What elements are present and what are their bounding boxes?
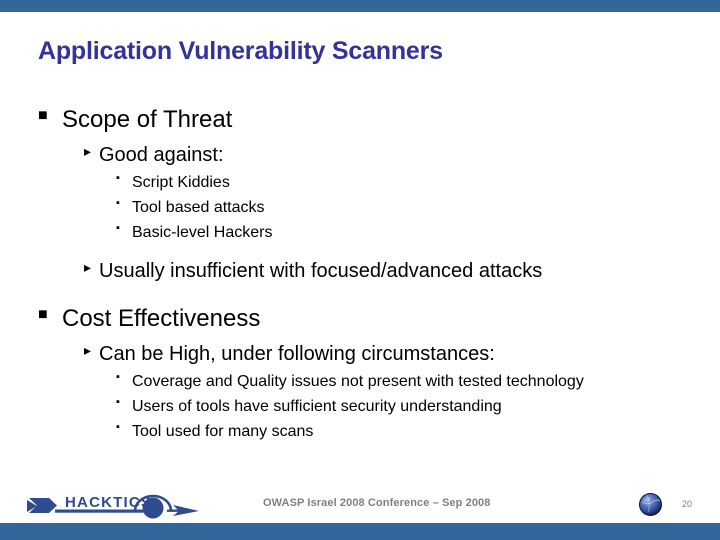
bullet-level2-can-be-high: ▸ Can be High, under following circumsta… [84, 341, 698, 367]
small-square-bullet-icon: ▪ [116, 370, 120, 383]
hacktics-logo: HACKTICS [27, 484, 207, 522]
bullet-level3-basic-level-hackers: ▪ Basic-level Hackers [116, 222, 698, 243]
small-square-bullet-icon: ▪ [116, 222, 120, 235]
bullet-level3-users-of-tools: ▪ Users of tools have sufficient securit… [116, 396, 698, 417]
triangle-bullet-icon: ▸ [84, 143, 92, 160]
top-accent-bar [0, 0, 720, 12]
bullet-level2-good-against: ▸ Good against: [84, 142, 698, 168]
slide-body: ■ Scope of Threat ▸ Good against: ▪ Scri… [38, 105, 698, 442]
page-title: Application Vulnerability Scanners [38, 37, 443, 65]
bullet-label: Coverage and Quality issues not present … [132, 372, 584, 390]
bottom-accent-bar [0, 523, 720, 540]
triangle-bullet-icon: ▸ [84, 258, 92, 275]
bullet-level2-usually-insufficient: ▸ Usually insufficient with focused/adva… [84, 258, 698, 284]
small-square-bullet-icon: ▪ [116, 197, 120, 210]
small-square-bullet-icon: ▪ [116, 172, 120, 185]
bullet-level3-tool-based-attacks: ▪ Tool based attacks [116, 197, 698, 218]
bullet-label: Can be High, under following circumstanc… [99, 342, 495, 365]
square-bullet-icon: ■ [38, 305, 48, 323]
bullet-label: Script Kiddies [132, 174, 230, 192]
bullet-label: Cost Effectiveness [62, 304, 261, 332]
slide-canvas: Application Vulnerability Scanners ■ Sco… [0, 0, 720, 540]
small-square-bullet-icon: ▪ [116, 395, 120, 408]
bullet-label: Tool used for many scans [132, 423, 314, 441]
footer-conference-label: OWASP Israel 2008 Conference – Sep 2008 [263, 497, 491, 509]
bullet-level3-coverage-and-quality: ▪ Coverage and Quality issues not presen… [116, 371, 698, 392]
page-number: 20 [682, 499, 693, 509]
globe-icon [638, 492, 663, 517]
bullet-level1-scope-of-threat: ■ Scope of Threat [38, 105, 698, 135]
bullet-label: Users of tools have sufficient security … [132, 397, 502, 415]
bullet-label: Basic-level Hackers [132, 224, 273, 242]
bullet-label: Good against: [99, 144, 224, 167]
bullet-label: Usually insufficient with focused/advanc… [99, 259, 543, 282]
bullet-level1-cost-effectiveness: ■ Cost Effectiveness [38, 304, 698, 334]
bullet-level3-script-kiddies: ▪ Script Kiddies [116, 172, 698, 193]
bullet-label: Tool based attacks [132, 199, 265, 217]
small-square-bullet-icon: ▪ [116, 421, 120, 434]
triangle-bullet-icon: ▸ [84, 341, 92, 358]
square-bullet-icon: ■ [38, 107, 48, 124]
bullet-label: Scope of Threat [62, 106, 233, 133]
bullet-level3-tool-used-for-many-scans: ▪ Tool used for many scans [116, 421, 698, 442]
